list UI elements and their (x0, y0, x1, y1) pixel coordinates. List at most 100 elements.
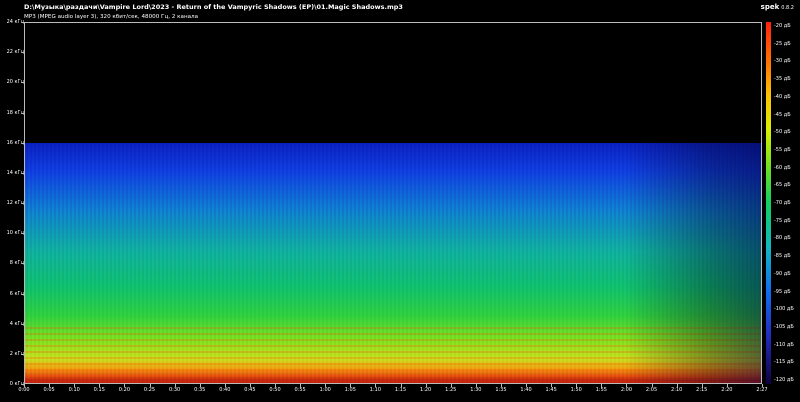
time-tick-label: 1:25 (445, 387, 457, 393)
time-tick-label: 1:05 (344, 387, 356, 393)
time-tick-label: 0:45 (244, 387, 256, 393)
time-tick-label: 2:20 (721, 387, 733, 393)
audio-info: MP3 (MPEG audio layer 3), 320 кбит/сек, … (24, 14, 199, 20)
db-tick-label: -110 дБ (774, 341, 794, 348)
time-tick-label: 1:20 (420, 387, 432, 393)
time-tick-mark (601, 384, 603, 387)
time-tick-mark (375, 384, 377, 387)
time-tick-label: 0:15 (93, 387, 105, 393)
time-tick-label: 1:55 (595, 387, 607, 393)
time-tick-label: 1:30 (470, 387, 482, 393)
db-tick-label: -85 дБ (774, 253, 791, 260)
db-tick-label: -65 дБ (774, 182, 791, 189)
time-tick-mark (701, 384, 703, 387)
time-tick-mark (726, 384, 728, 387)
time-tick-mark (199, 384, 201, 387)
db-tick-label: -95 дБ (774, 288, 791, 295)
time-tick-label: 2:10 (671, 387, 683, 393)
time-tick-label: 0:20 (118, 387, 131, 393)
db-tick-label: -45 дБ (774, 111, 791, 118)
db-tick-label: -60 дБ (774, 164, 791, 171)
time-tick-mark (275, 384, 277, 387)
time-tick-mark (475, 384, 477, 387)
time-tick-mark (651, 384, 653, 387)
time-tick-label: 2:00 (620, 387, 633, 393)
db-tick-label: -115 дБ (774, 359, 794, 366)
db-tick-label: -100 дБ (774, 306, 794, 313)
time-tick-mark (500, 384, 502, 387)
frequency-tick-mark (22, 233, 25, 235)
frequency-tick-mark (22, 203, 25, 204)
db-tick-label: -70 дБ (774, 200, 791, 206)
app-brand: spek 0.8.2 (761, 3, 794, 11)
frequency-tick-mark (22, 293, 25, 295)
app-version: 0.8.2 (781, 5, 794, 11)
time-tick-mark (551, 384, 553, 387)
frequency-tick-mark (22, 52, 25, 54)
time-tick-mark (124, 384, 126, 387)
time-tick-mark (74, 384, 76, 387)
time-tick-mark (249, 384, 251, 387)
db-tick-label: -20 дБ (774, 23, 791, 29)
db-tick-label: -50 дБ (774, 129, 791, 136)
spectrogram-fadeout (625, 143, 761, 383)
time-tick-mark (526, 384, 528, 387)
time-tick-label: 1:00 (319, 387, 331, 393)
db-tick-label: -35 дБ (774, 76, 791, 83)
db-colorbar (766, 22, 771, 384)
frequency-tick-mark (22, 82, 25, 84)
time-tick-label: 1:15 (394, 387, 407, 393)
time-tick-mark (626, 384, 628, 387)
time-tick-label: 0:40 (219, 387, 231, 393)
db-tick-label: -55 дБ (774, 146, 791, 153)
time-tick-label: 1:10 (369, 387, 382, 393)
time-tick-label: 2:27 (756, 387, 768, 393)
time-tick-mark (762, 384, 763, 387)
frequency-tick-mark (22, 263, 25, 265)
frequency-tick-mark (22, 323, 25, 325)
file-path-title: D:\Музыка\раздачи\Vampire Lord\2023 - Re… (24, 3, 403, 11)
db-tick-label: -105 дБ (774, 323, 794, 330)
time-tick-mark (400, 384, 402, 387)
frequency-tick-mark (22, 142, 25, 144)
time-tick-label: 2:05 (645, 387, 658, 393)
time-tick-mark (99, 384, 101, 387)
time-tick-mark (49, 384, 51, 387)
time-tick-label: 0:10 (68, 387, 80, 393)
time-tick-mark (450, 384, 452, 387)
time-tick-mark (350, 384, 352, 387)
time-tick-mark (576, 384, 578, 387)
frequency-tick-mark (22, 22, 25, 23)
time-tick-label: 0:25 (143, 387, 156, 393)
db-tick-label: -40 дБ (774, 93, 791, 100)
spectrogram-plot (24, 22, 762, 384)
time-tick-mark (174, 384, 176, 387)
time-tick-label: 0:55 (294, 387, 306, 393)
time-tick-mark (149, 384, 151, 387)
time-tick-mark (224, 384, 226, 387)
db-tick-label: -30 дБ (774, 58, 791, 65)
time-tick-mark (325, 384, 327, 387)
time-tick-mark (300, 384, 302, 387)
frequency-tick-mark (22, 112, 25, 114)
time-tick-label: 1:50 (570, 387, 582, 393)
frequency-tick-mark (22, 172, 25, 174)
time-tick-label: 0:00 (18, 387, 30, 393)
time-tick-label: 2:15 (696, 387, 708, 393)
time-tick-label: 0:05 (43, 387, 55, 393)
db-tick-label: -120 дБ (774, 377, 794, 383)
app-name: spek (760, 3, 780, 11)
time-tick-label: 0:30 (168, 387, 181, 393)
db-tick-label: -80 дБ (774, 235, 791, 242)
frequency-tick-mark (22, 353, 25, 355)
db-tick-label: -75 дБ (774, 217, 791, 224)
db-tick-label: -25 дБ (774, 40, 791, 47)
time-tick-mark (676, 384, 678, 387)
time-tick-label: 0:35 (194, 387, 206, 393)
time-tick-mark (425, 384, 427, 387)
db-tick-label: -90 дБ (774, 270, 791, 277)
time-tick-mark (24, 384, 25, 387)
time-tick-label: 1:45 (545, 387, 557, 393)
time-tick-label: 1:35 (495, 387, 507, 393)
time-tick-label: 1:40 (520, 387, 532, 393)
